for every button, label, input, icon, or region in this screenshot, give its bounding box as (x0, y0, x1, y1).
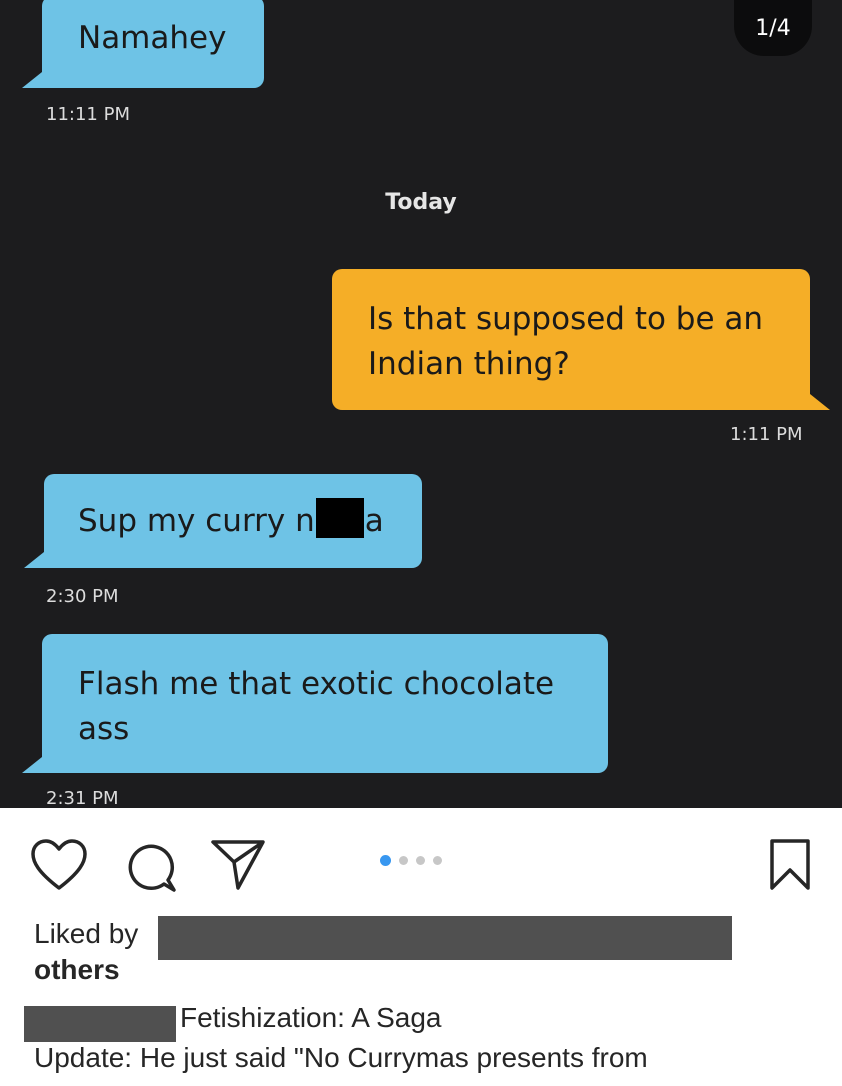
message-timestamp: 2:31 PM (46, 788, 119, 808)
caption-title: Fetishization: A Saga (180, 1002, 442, 1033)
liked-by-others-link[interactable]: others (34, 952, 138, 988)
chat-screenshot: 1/4 Namahey 11:11 PM Today Is that suppo… (0, 0, 842, 808)
heart-icon[interactable] (30, 838, 88, 896)
share-icon[interactable] (210, 838, 266, 896)
bookmark-icon[interactable] (768, 838, 812, 896)
bubble-tail (810, 394, 830, 410)
message-text: Flash me that exotic chocolate ass (78, 666, 555, 747)
message-bubble-incoming: Flash me that exotic chocolate ass (22, 634, 608, 773)
message-timestamp: 1:11 PM (730, 424, 803, 445)
message-bubble-incoming: Namahey (22, 0, 264, 88)
post-action-bar (0, 808, 842, 918)
carousel-dots (380, 855, 442, 866)
day-separator: Today (385, 190, 457, 215)
message-text: Namahey (78, 20, 227, 56)
carousel-counter: 1/4 (734, 0, 812, 56)
likes-text: Liked by others (34, 916, 138, 988)
comment-icon[interactable] (124, 840, 178, 898)
redacted-username (24, 1006, 176, 1042)
caption-update: Update: He just said "No Currymas presen… (34, 1042, 648, 1073)
message-bubble-incoming: Sup my curry n a (24, 474, 422, 568)
carousel-dot (416, 856, 425, 865)
carousel-dot-active (380, 855, 391, 866)
message-text: Is that supposed to be an Indian thing? (368, 301, 764, 382)
bubble-tail (24, 552, 44, 568)
redaction-box (315, 498, 364, 538)
message-timestamp: 11:11 PM (46, 104, 130, 125)
message-timestamp: 2:30 PM (46, 586, 119, 607)
bubble-tail (22, 757, 42, 773)
carousel-dot (399, 856, 408, 865)
liked-by-label: Liked by (34, 918, 139, 949)
carousel-dot (433, 856, 442, 865)
redacted-usernames (158, 916, 732, 960)
message-bubble-outgoing: Is that supposed to be an Indian thing? (332, 269, 830, 410)
message-text: Sup my curry n (78, 503, 315, 539)
message-text: a (364, 503, 384, 539)
bubble-tail (22, 72, 42, 88)
